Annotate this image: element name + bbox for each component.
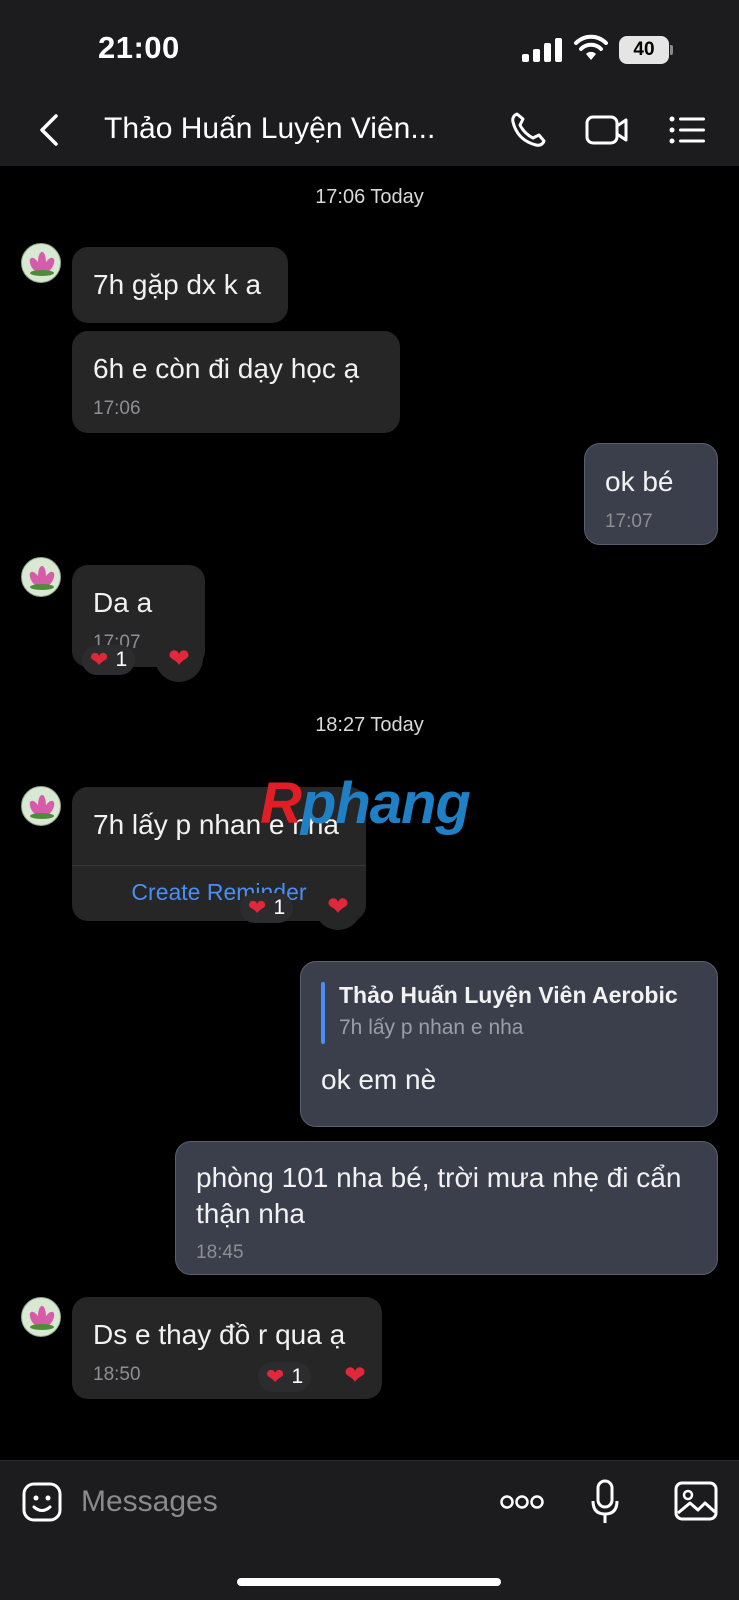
heart-icon: ❤ — [327, 890, 349, 921]
message-text: 6h e còn đi dạy học ạ — [93, 353, 360, 384]
message-text: Da a — [93, 587, 153, 618]
status-time: 21:00 — [98, 30, 180, 65]
reaction-summary[interactable]: ❤ 1 — [240, 893, 294, 923]
status-bar: 21:00 40 — [0, 0, 739, 98]
date-separator: 18:27 Today — [315, 714, 424, 736]
react-button[interactable]: ❤ — [155, 634, 203, 682]
message-text: ok bé — [605, 466, 674, 497]
chat-thread[interactable]: 17:06 Today 7h gặp dx k a 6h e còn đi dạ… — [0, 166, 739, 1460]
heart-icon: ❤ — [266, 1364, 285, 1389]
more-icon[interactable] — [499, 1494, 545, 1510]
message-text: phòng 101 nha bé, trời mưa nhẹ đi cẩn th… — [196, 1162, 682, 1229]
heart-icon: ❤ — [344, 1359, 366, 1390]
message-time: 18:50 — [93, 1364, 141, 1385]
heart-icon: ❤ — [168, 642, 190, 673]
message-bubble[interactable]: 6h e còn đi dạy học ạ 17:06 — [72, 331, 400, 433]
avatar[interactable] — [21, 243, 61, 283]
reply-bubble[interactable]: Thảo Huấn Luyện Viên Aerobic 7h lấy p nh… — [300, 961, 718, 1127]
quote-sender: Thảo Huấn Luyện Viên Aerobic — [339, 982, 678, 1008]
home-indicator — [237, 1578, 501, 1586]
avatar[interactable] — [21, 557, 61, 597]
reaction-count: 1 — [273, 896, 286, 919]
message-bubble[interactable]: 7h gặp dx k a — [72, 247, 288, 323]
watermark-logo: Rphang — [260, 771, 471, 836]
reaction-summary[interactable]: ❤ 1 — [82, 645, 136, 675]
react-button[interactable]: ❤ — [331, 1351, 379, 1399]
menu-list-icon[interactable] — [668, 110, 706, 150]
avatar[interactable] — [21, 1297, 61, 1337]
message-text: 7h gặp dx k a — [93, 269, 262, 300]
message-text: ok em nè — [321, 1064, 437, 1095]
message-time: 18:45 — [196, 1242, 244, 1263]
date-separator: 17:06 Today — [315, 186, 424, 208]
reaction-summary[interactable]: ❤ 1 — [258, 1362, 312, 1392]
battery-level: 40 — [619, 36, 669, 64]
message-text: Ds e thay đồ r qua ạ — [93, 1319, 346, 1350]
signal-icon — [522, 38, 562, 62]
chat-title[interactable]: Thảo Huấn Luyện Viên... — [104, 112, 444, 146]
chat-header: Thảo Huấn Luyện Viên... — [0, 98, 739, 166]
heart-icon: ❤ — [90, 647, 109, 672]
avatar[interactable] — [21, 786, 61, 826]
message-time: 17:06 — [93, 398, 141, 419]
wifi-icon — [574, 34, 608, 60]
react-button[interactable]: ❤ — [314, 882, 362, 930]
reaction-count: 1 — [115, 648, 128, 671]
back-icon[interactable] — [36, 112, 64, 148]
video-icon[interactable] — [585, 110, 629, 150]
reaction-count: 1 — [291, 1365, 304, 1388]
quote-bar — [321, 982, 325, 1044]
heart-icon: ❤ — [248, 895, 267, 920]
microphone-icon[interactable] — [590, 1479, 620, 1525]
message-bubble[interactable]: phòng 101 nha bé, trời mưa nhẹ đi cẩn th… — [175, 1141, 718, 1275]
message-time: 17:07 — [605, 511, 653, 532]
message-input[interactable]: Messages — [81, 1485, 218, 1519]
phone-icon[interactable] — [508, 110, 548, 150]
image-icon[interactable] — [674, 1481, 718, 1521]
quote-text: 7h lấy p nhan e nha — [339, 1016, 524, 1039]
battery-indicator: 40 — [619, 36, 673, 64]
sticker-icon[interactable] — [21, 1481, 63, 1523]
message-bubble[interactable]: ok bé 17:07 — [584, 443, 718, 545]
